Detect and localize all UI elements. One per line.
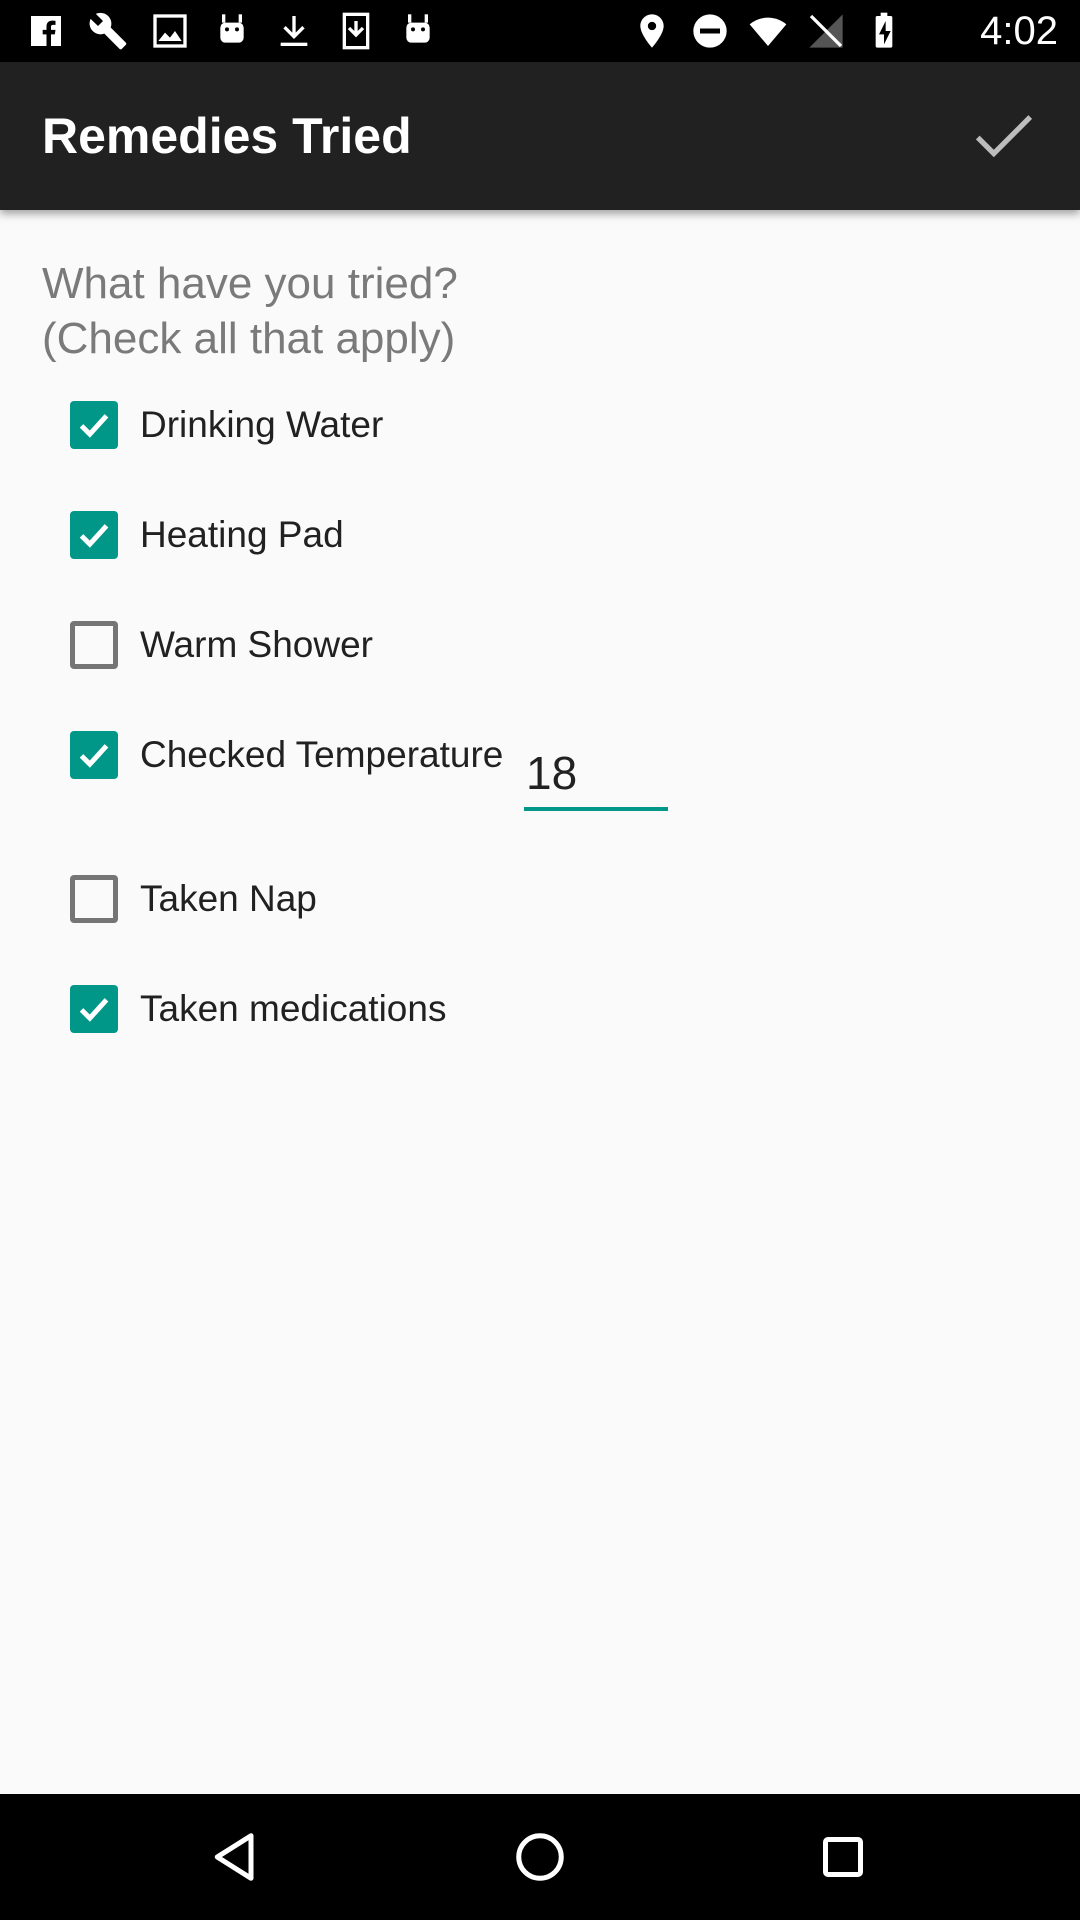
app-toolbar: Remedies Tried <box>0 62 1080 210</box>
status-bar: 4:02 <box>0 0 1080 62</box>
remedies-prompt: What have you tried? (Check all that app… <box>42 256 942 366</box>
home-button[interactable] <box>500 1817 580 1897</box>
remedy-heating-pad[interactable]: Heating Pad <box>70 495 344 575</box>
wifi-icon <box>748 10 788 52</box>
android-icon <box>398 10 438 52</box>
checkbox[interactable] <box>70 875 118 923</box>
checkmark-icon <box>79 998 109 1022</box>
battery-charging-icon <box>864 10 904 52</box>
checkbox[interactable] <box>70 621 118 669</box>
remedy-label: Taken medications <box>140 988 447 1029</box>
recents-icon <box>823 1837 863 1877</box>
system-icons <box>632 10 904 52</box>
remedy-taken-medications[interactable]: Taken medications <box>70 969 446 1049</box>
wrench-icon <box>88 10 128 52</box>
done-button[interactable] <box>952 84 1056 188</box>
checkbox[interactable] <box>70 985 118 1033</box>
checkmark-icon <box>79 524 109 548</box>
page-title: Remedies Tried <box>42 108 412 164</box>
checkmark-icon <box>79 744 109 768</box>
remedy-checked-temperature[interactable]: Checked Temperature <box>70 715 503 795</box>
back-icon <box>214 1833 254 1881</box>
checkbox[interactable] <box>70 401 118 449</box>
notification-icons <box>26 10 438 52</box>
remedy-label: Checked Temperature <box>140 734 504 775</box>
do-not-disturb-icon <box>690 10 730 52</box>
prompt-question: What have you tried? <box>42 259 458 308</box>
remedy-taken-nap[interactable]: Taken Nap <box>70 859 317 939</box>
back-button[interactable] <box>196 1817 276 1897</box>
download-box-icon <box>336 10 376 52</box>
no-signal-icon <box>806 10 846 52</box>
status-time: 4:02 <box>980 9 1058 53</box>
android-icon <box>212 10 252 52</box>
download-icon <box>274 10 314 52</box>
remedy-warm-shower[interactable]: Warm Shower <box>70 605 373 685</box>
recents-button[interactable] <box>803 1817 883 1897</box>
navigation-bar <box>0 1794 1080 1920</box>
checkbox[interactable] <box>70 511 118 559</box>
checkbox[interactable] <box>70 731 118 779</box>
image-icon <box>150 10 190 52</box>
prompt-instruction: (Check all that apply) <box>42 314 456 363</box>
checkmark-icon <box>79 414 109 438</box>
home-icon <box>516 1833 564 1881</box>
temperature-input[interactable]: 18 <box>524 735 668 811</box>
remedy-label: Warm Shower <box>140 624 374 665</box>
remedy-label: Heating Pad <box>140 514 344 555</box>
remedy-label: Drinking Water <box>140 404 384 445</box>
location-icon <box>632 10 672 52</box>
facebook-icon <box>26 10 66 52</box>
remedy-label: Taken Nap <box>140 878 317 919</box>
remedy-drinking-water[interactable]: Drinking Water <box>70 385 383 465</box>
check-icon <box>975 115 1033 158</box>
